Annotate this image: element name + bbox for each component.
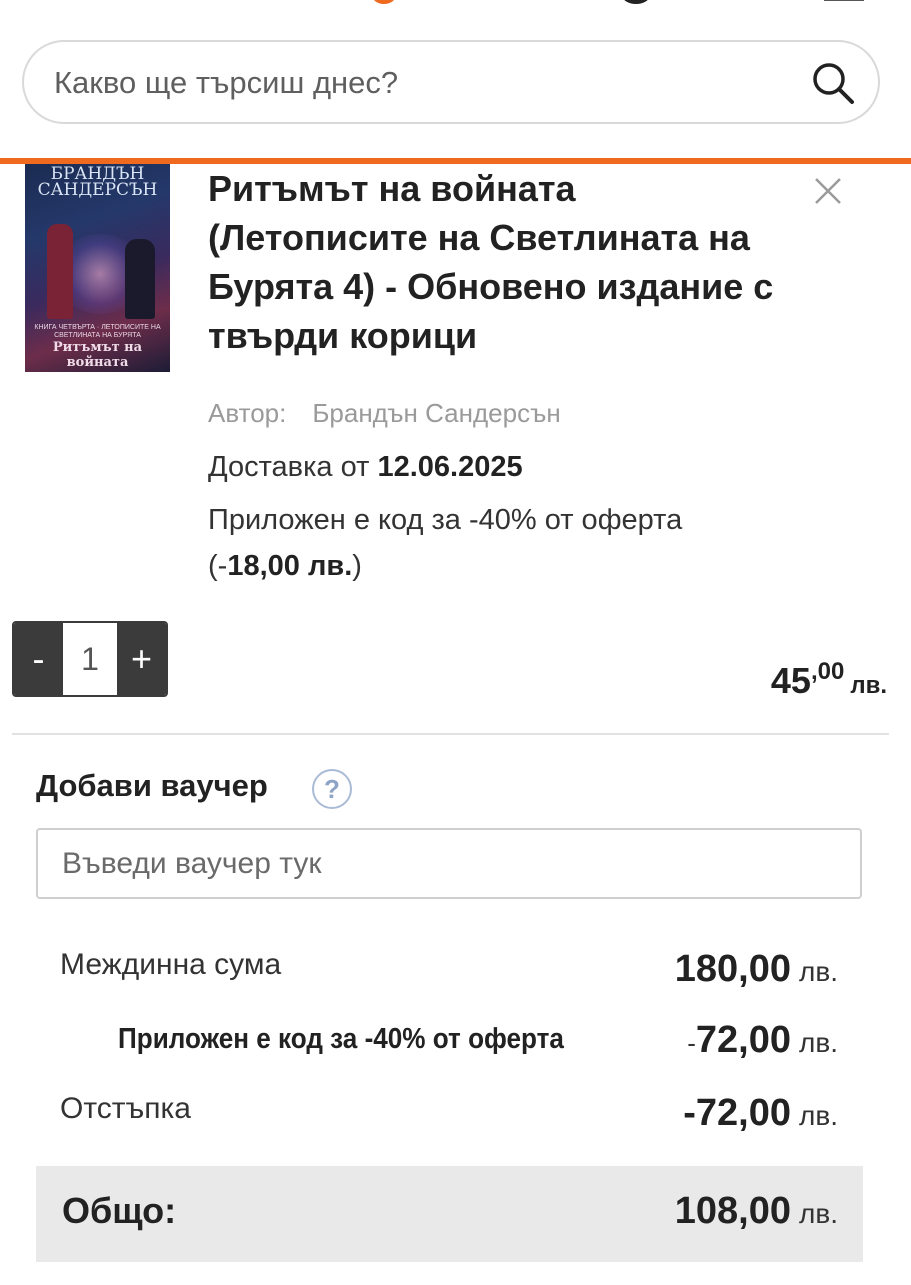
- applied-code-label: Приложен е код за -40% от оферта: [118, 1023, 564, 1055]
- product-image[interactable]: БРАНДЪН САНДЕРСЪН КНИГА ЧЕТВЪРТА · ЛЕТОП…: [25, 164, 170, 372]
- increase-quantity-button[interactable]: +: [117, 623, 166, 695]
- author-row: Автор: Брандън Сандерсън: [208, 398, 561, 429]
- currency-label: лв.: [799, 1027, 838, 1058]
- promo-close: ): [352, 550, 362, 582]
- subtotal-label: Междинна сума: [60, 948, 282, 981]
- search-bar[interactable]: [22, 40, 880, 124]
- price-currency: лв.: [850, 672, 887, 699]
- total-value: 108,00: [674, 1190, 791, 1232]
- delivery-date: 12.06.2025: [377, 451, 523, 483]
- subtotal-amount: 180,00 лв.: [675, 948, 838, 991]
- delivery-info: Доставка от 12.06.2025: [208, 451, 523, 484]
- discount-row: Отстъпка -72,00 лв.: [60, 1092, 838, 1142]
- line-price: 45,00лв.: [771, 658, 887, 702]
- total-amount: 108,00 лв.: [675, 1190, 838, 1233]
- discount-value: -72,00: [683, 1092, 791, 1134]
- subtotal-row: Междинна сума 180,00 лв.: [60, 948, 838, 998]
- search-input[interactable]: [52, 42, 796, 124]
- author-link[interactable]: Брандън Сандерсън: [312, 398, 560, 428]
- discount-label: Отстъпка: [60, 1092, 191, 1125]
- promo-open: (-: [208, 550, 228, 582]
- quantity-value[interactable]: 1: [63, 623, 117, 695]
- applied-code-value: 72,00: [695, 1019, 791, 1061]
- cover-series: КНИГА ЧЕТВЪРТА · ЛЕТОПИСИТЕ НА СВЕТЛИНАТ…: [34, 324, 161, 339]
- status-bar-fragment: [0, 0, 911, 6]
- product-title[interactable]: Ритъмът на войната (Летописите на Светли…: [208, 164, 798, 360]
- help-icon[interactable]: ?: [312, 769, 352, 809]
- currency-label: лв.: [799, 1100, 838, 1131]
- cover-title: Ритъмът на войната: [52, 340, 143, 370]
- cover-art: [125, 239, 155, 319]
- promo-text: Приложен е код за -40% от оферта: [208, 504, 683, 536]
- applied-code-sign: -: [687, 1028, 696, 1058]
- currency-label: лв.: [799, 1198, 838, 1229]
- quantity-stepper[interactable]: - 1 +: [12, 621, 168, 697]
- voucher-input[interactable]: [36, 828, 862, 899]
- cover-art: [47, 224, 73, 319]
- promo-note: Приложен е код за -40% от оферта (-18,00…: [208, 497, 768, 589]
- delivery-label: Доставка от: [208, 451, 370, 483]
- cover-author: БРАНДЪН САНДЕРСЪН: [37, 164, 158, 200]
- close-icon[interactable]: [812, 175, 844, 207]
- promo-amount: 18,00 лв.: [227, 550, 353, 582]
- subtotal-value: 180,00: [674, 948, 791, 990]
- search-icon[interactable]: [810, 60, 856, 106]
- currency-label: лв.: [799, 956, 838, 987]
- total-label: Общо:: [62, 1190, 177, 1231]
- status-indicator: [622, 0, 650, 4]
- status-indicator: [824, 0, 864, 1]
- decrease-quantity-button[interactable]: -: [14, 623, 63, 695]
- discount-amount: -72,00 лв.: [683, 1092, 838, 1135]
- applied-code-amount: -72,00 лв.: [687, 1019, 838, 1062]
- price-integer: 45: [770, 660, 811, 701]
- price-decimal: ,00: [810, 658, 845, 685]
- applied-code-row: Приложен е код за -40% от оферта -72,00 л…: [60, 1019, 838, 1069]
- author-label: Автор:: [208, 398, 287, 428]
- total-row: Общо: 108,00 лв.: [36, 1166, 863, 1262]
- status-indicator: [372, 0, 396, 4]
- voucher-heading: Добави ваучер: [36, 768, 268, 803]
- section-divider: [12, 733, 889, 735]
